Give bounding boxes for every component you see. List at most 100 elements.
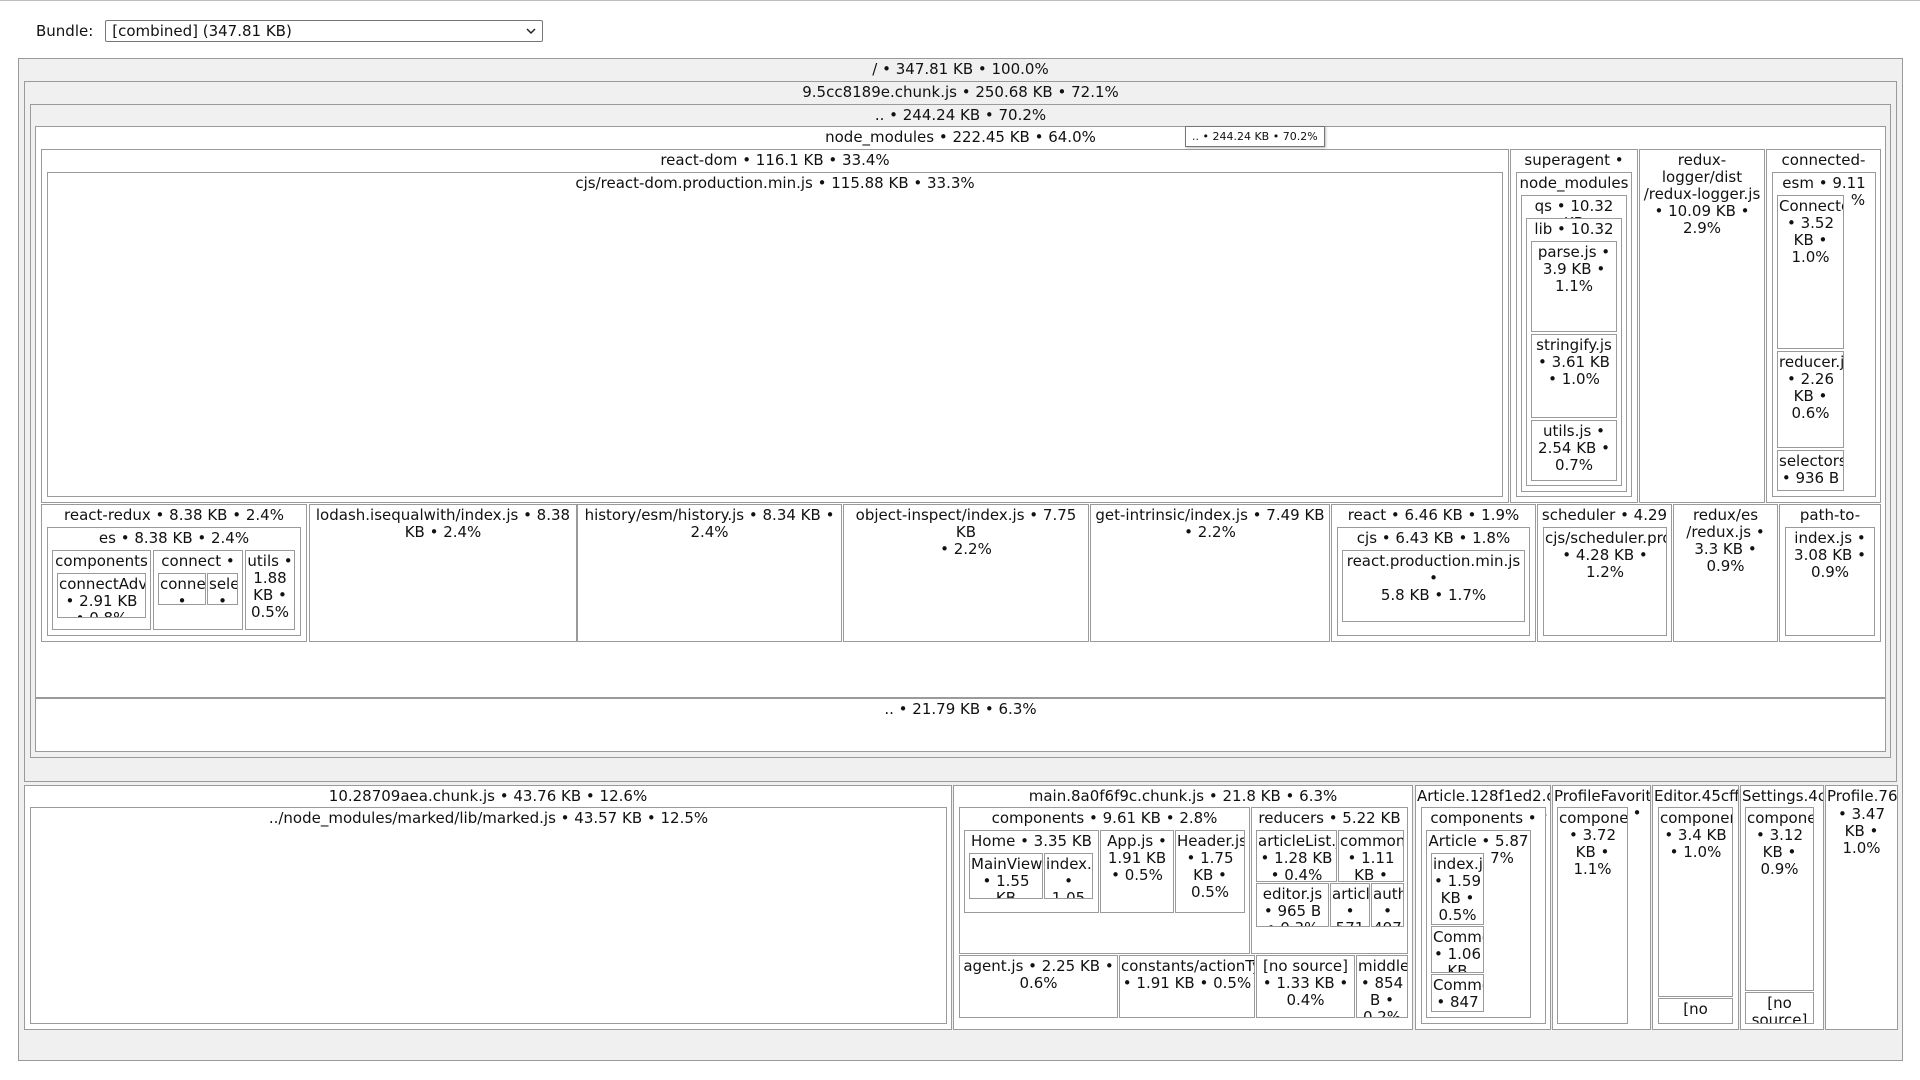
lodash-label: lodash.isequalwith/index.js • 8.38 KB • … [315,506,571,541]
history-label: history/esm/history.js • 8.34 KB • 2.4% [584,506,835,541]
rr-connectadv-label: connectAdv • 2.91 KB • 0.8% [59,575,146,618]
profile-chunk-label: Profile.76a [1827,787,1898,805]
redux-es-label: redux/es /redux.js • 3.3 KB • 0.9% [1686,506,1765,575]
get-intrinsic-node[interactable]: get-intrinsic/index.js • 7.49 KB • 2.2% [1090,504,1330,642]
bundle-label: Bundle: [36,22,94,40]
connected-comp-label: Connecte • 3.52 KB • 1.0% [1779,197,1844,266]
rr-utils-node[interactable]: utils • 1.88 KB • 0.5% [245,550,295,630]
marked-node[interactable]: ../node_modules/marked/lib/marked.js • 4… [30,807,947,1024]
comment-b-node[interactable]: Comme • 847 [1431,974,1484,1012]
constants-label: constants/actionTy • 1.91 KB • 0.5% [1121,957,1255,992]
path-to-label: path-to- [1799,506,1861,524]
articlelist-node[interactable]: articleList.j • 1.28 KB • 0.4% [1256,830,1337,882]
superagent-label: superagent • [1524,151,1624,169]
settings-nosrc-node[interactable]: [no source] [1745,992,1814,1024]
settings-nosrc-label: [no source] [1751,994,1808,1024]
react-prod-node[interactable]: react.production.min.js • 5.8 KB • 1.7% [1342,550,1525,622]
no-source-1-node[interactable]: [no source] • 1.33 KB • 0.4% [1256,955,1355,1018]
react-dom-min-node[interactable]: cjs/react-dom.production.min.js • 115.88… [47,172,1503,497]
connected-comp-node[interactable]: Connecte • 3.52 KB • 1.0% [1777,195,1844,349]
article-reducer-node[interactable]: article • 571 [1330,883,1370,927]
articlelist-label: articleList.j • 1.28 KB • 0.4% [1258,832,1337,882]
profile-chunk-node[interactable]: Profile.76a • 3.47 KB • 1.0% [1825,785,1898,1030]
redux-logger-node[interactable]: redux- logger/dist /redux-logger.js • 10… [1639,149,1765,503]
connected-pct-label: % [1850,191,1866,209]
rr-connect-b-label: sele • [209,575,238,605]
rr-connectadv-node[interactable]: connectAdv • 2.91 KB • 0.8% [57,573,146,618]
path-to-index-node[interactable]: index.js • 3.08 KB • 0.9% [1785,527,1875,636]
profilefav-mark-label: • [1632,804,1642,822]
main-components-label: components • 9.61 KB • 2.8% [991,809,1218,827]
middleware-node[interactable]: middlew • 854 B • 0.2% [1356,955,1408,1018]
scheduler-cjs-node[interactable]: cjs/scheduler.pro • 4.28 KB • 1.2% [1543,527,1667,636]
agent-label: agent.js • 2.25 KB • 0.6% [963,957,1114,992]
rr-connect-b-node[interactable]: sele • [207,573,238,605]
rr-components-label: components [55,552,148,570]
top-border [0,0,1920,1]
connected-reducer-node[interactable]: reducer.j • 2.26 KB • 0.6% [1777,351,1844,448]
scheduler-label: scheduler • 4.29 [1541,506,1668,524]
dotdot-small-label: .. • 21.79 KB • 6.3% [884,700,1037,718]
connected-selectors-node[interactable]: selectors • 936 B [1777,450,1844,491]
app-js-node[interactable]: App.js • 1.91 KB • 0.5% [1100,830,1174,913]
editor-comp-node[interactable]: componer • 3.4 KB • 1.0% [1658,807,1733,997]
redux-es-node[interactable]: redux/es /redux.js • 3.3 KB • 0.9% [1673,504,1778,642]
constants-node[interactable]: constants/actionTy • 1.91 KB • 0.5% [1119,955,1255,1018]
mainview-node[interactable]: MainView. • 1.55 KB [969,853,1043,899]
article-pct2-label: 7% [1490,849,1514,867]
middleware-label: middlew • 854 B • 0.2% [1358,957,1407,1018]
connected-selectors-label: selectors • 936 B [1779,452,1844,487]
lodash-node[interactable]: lodash.isequalwith/index.js • 8.38 KB • … [309,504,577,642]
editor-js-node[interactable]: editor.js • 965 B • 0.3% [1256,883,1329,927]
node-modules-label: node_modules • 222.45 KB • 64.0% [825,128,1096,146]
profilefav-comp-node[interactable]: compone • 3.72 KB • 1.1% [1557,807,1628,1024]
chunk-10-label: 10.28709aea.chunk.js • 43.76 KB • 12.6% [328,787,648,805]
app-js-label: App.js • 1.91 KB • 0.5% [1107,832,1167,884]
comment-a-label: Comme • 1.06 KB [1433,928,1483,973]
stringify-js-label: stringify.js • 3.61 KB • 1.0% [1536,336,1612,388]
article-reducer-label: article • 571 [1332,885,1370,927]
dotdot-small-node[interactable]: .. • 21.79 KB • 6.3% [35,698,1886,752]
article-index-label: index.js • 1.59 KB • 0.5% [1433,855,1483,924]
react-redux-label: react-redux • 8.38 KB • 2.4% [64,506,284,524]
rr-es-label: es • 8.38 KB • 2.4% [98,529,250,547]
agent-node[interactable]: agent.js • 2.25 KB • 0.6% [959,955,1118,1018]
rr-connect-a-node[interactable]: conne • [158,573,206,605]
auth-reducer-node[interactable]: auth • 497 [1371,883,1404,927]
comment-b-label: Comme • 847 [1433,976,1483,1011]
editor-chunk-label: Editor.45cff [1654,787,1739,805]
auth-reducer-label: auth • 497 [1373,885,1404,927]
history-node[interactable]: history/esm/history.js • 8.34 KB • 2.4% [577,504,842,642]
hover-tooltip: .. • 244.24 KB • 70.2% [1185,126,1325,147]
utils-js-node[interactable]: utils.js • 2.54 KB • 0.7% [1531,420,1617,481]
chunk-9-label: 9.5cc8189e.chunk.js • 250.68 KB • 72.1% [802,83,1119,101]
common-node[interactable]: common. • 1.11 KB • [1338,830,1404,882]
home-index-node[interactable]: index. • 1.05 [1044,853,1093,899]
rr-utils-label: utils • 1.88 KB • 0.5% [247,552,293,621]
settings-comp-node[interactable]: compone • 3.12 KB • 0.9% [1745,807,1814,991]
get-intrinsic-label: get-intrinsic/index.js • 7.49 KB • 2.2% [1095,506,1325,541]
treemap-root-label: / • 347.81 KB • 100.0% [872,60,1049,78]
comment-a-node[interactable]: Comme • 1.06 KB [1431,926,1484,973]
mainview-label: MainView. • 1.55 KB [971,855,1043,899]
react-dom-min-label: cjs/react-dom.production.min.js • 115.88… [575,174,975,192]
editor-nosrc-node[interactable]: [no . [1658,998,1733,1024]
path-to-index-label: index.js • 3.08 KB • 0.9% [1794,529,1866,581]
header-js-node[interactable]: Header.js • 1.75 KB • 0.5% [1175,830,1245,913]
bundle-select-value: [combined] (347.81 KB) [112,22,292,40]
qs-lib-label: lib • 10.32 [1534,220,1614,238]
marked-label: ../node_modules/marked/lib/marked.js • 4… [268,809,709,827]
bundle-select[interactable]: [combined] (347.81 KB) [105,20,544,42]
article-index-node[interactable]: index.js • 1.59 KB • 0.5% [1431,853,1484,925]
react-prod-label: react.production.min.js • 5.8 KB • 1.7% [1346,552,1521,604]
connected-esm-label: esm • 9.11 [1782,174,1866,192]
object-inspect-node[interactable]: object-inspect/index.js • 7.75 KB • 2.2% [843,504,1089,642]
settings-chunk-label: Settings.4c [1742,787,1824,805]
object-inspect-label: object-inspect/index.js • 7.75 KB • 2.2% [855,506,1077,558]
dotdot-main-label: .. • 244.24 KB • 70.2% [874,106,1047,124]
react-dom-label: react-dom • 116.1 KB • 33.4% [660,151,890,169]
stringify-js-node[interactable]: stringify.js • 3.61 KB • 1.0% [1531,334,1617,418]
utils-js-label: utils.js • 2.54 KB • 0.7% [1538,422,1610,474]
parse-js-node[interactable]: parse.js • 3.9 KB • 1.1% [1531,241,1617,332]
editor-comp-label: componer • 3.4 KB • 1.0% [1660,809,1733,861]
